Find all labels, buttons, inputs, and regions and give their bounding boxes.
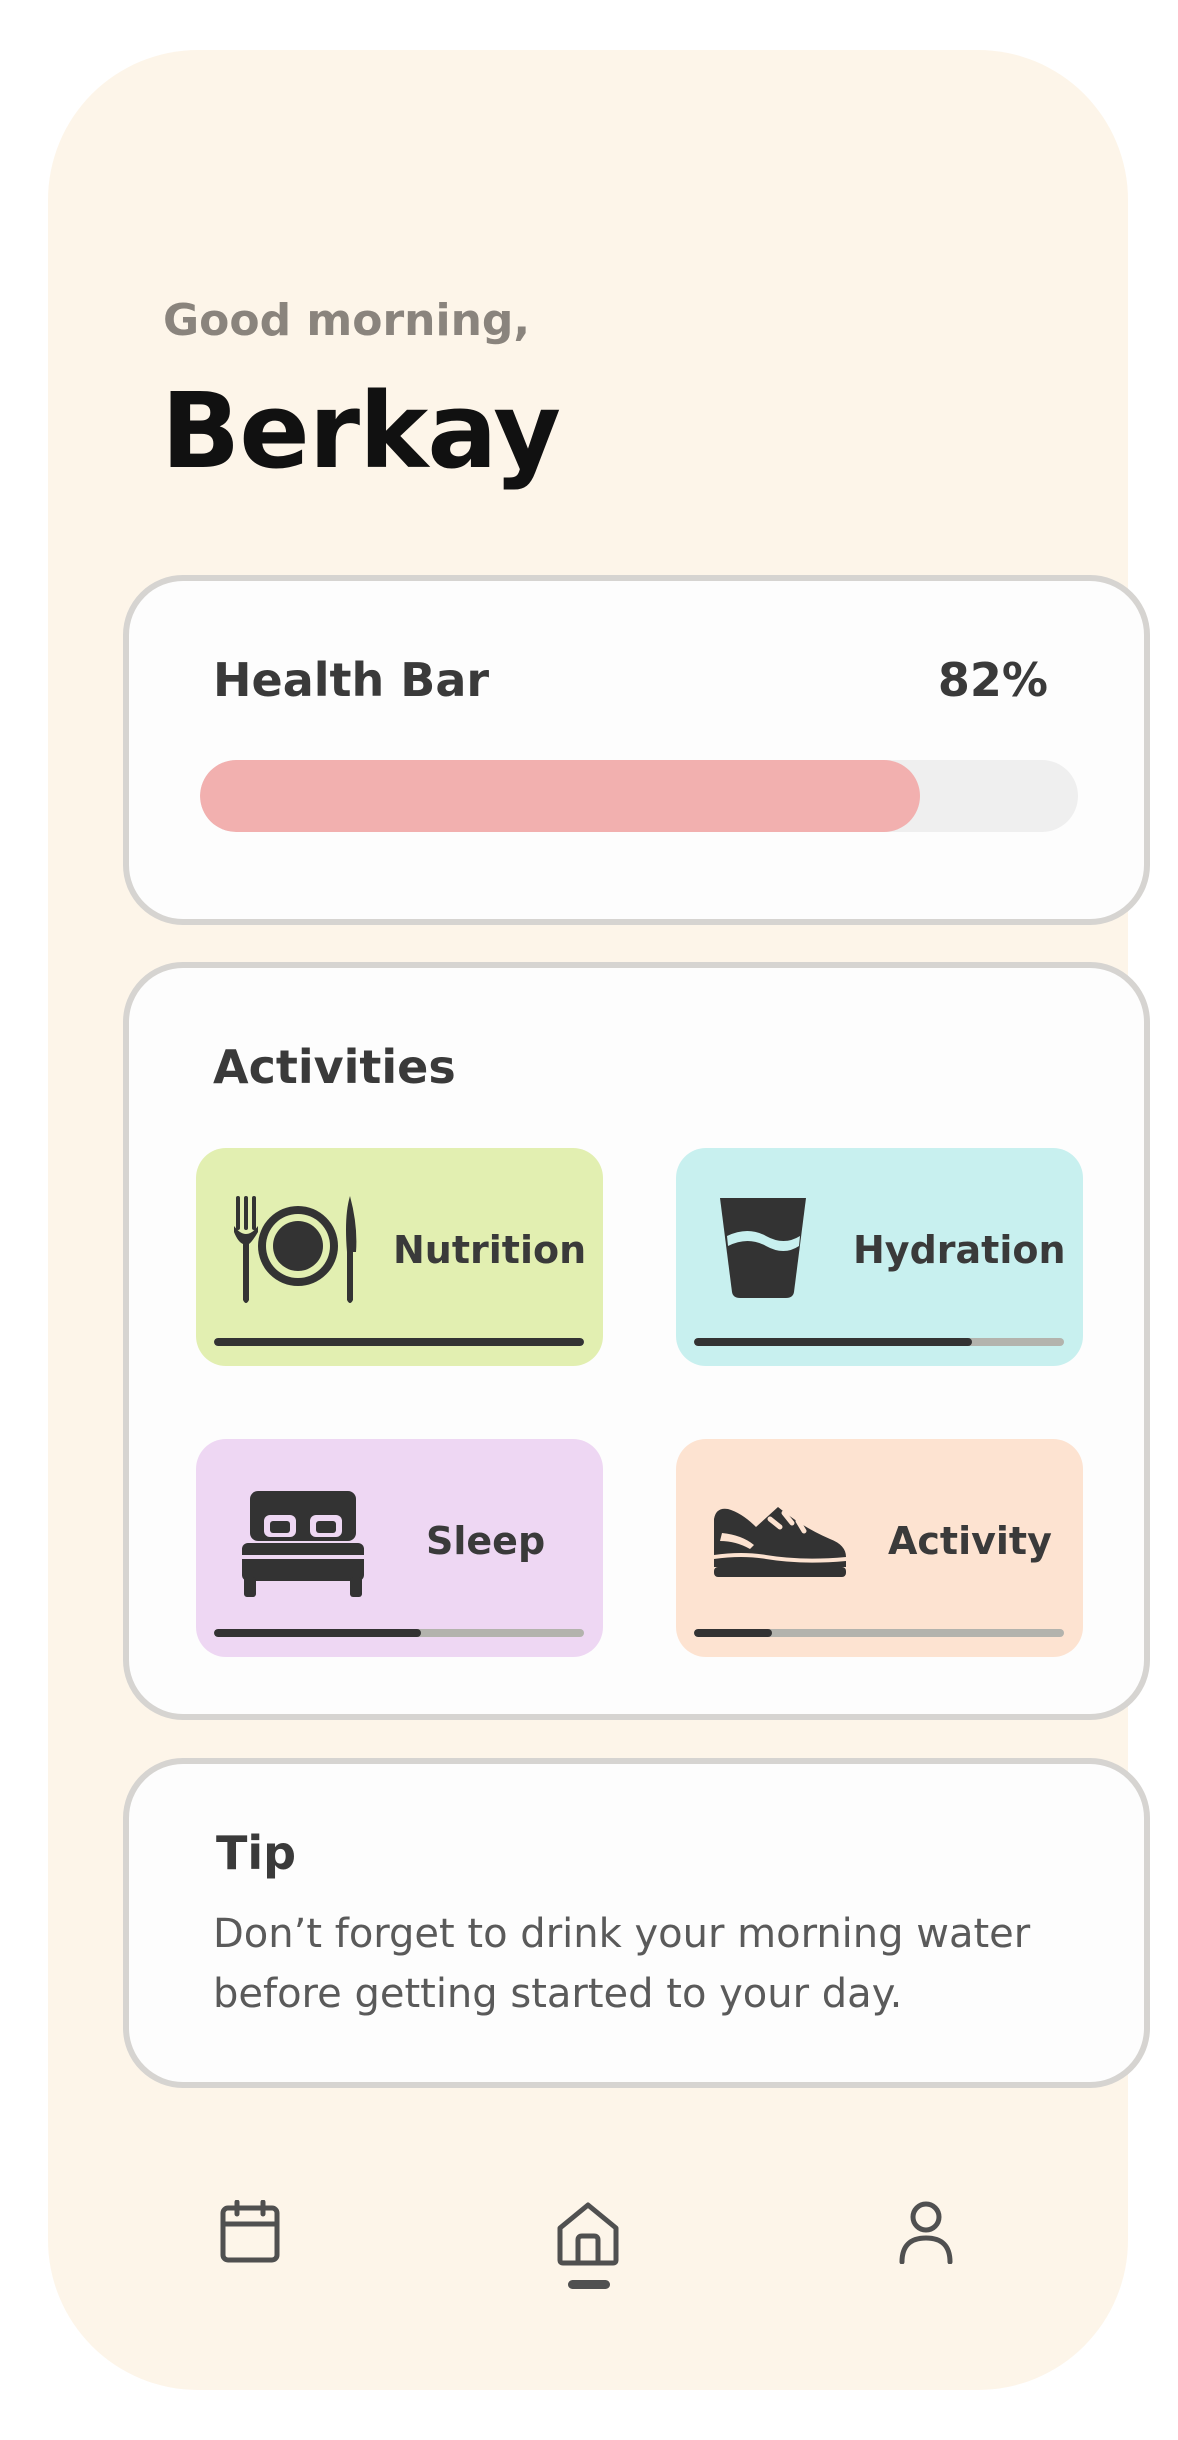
user-name: Berkay (161, 370, 561, 492)
tip-card: Tip Don’t forget to drink your morning w… (123, 1758, 1150, 2088)
app-screen: Good morning, Berkay Health Bar 82% Acti… (48, 50, 1150, 2390)
health-bar-fill (200, 760, 920, 832)
activity-tile-nutrition[interactable]: Nutrition (196, 1148, 603, 1366)
activity-tile-sleep[interactable]: Sleep (196, 1439, 603, 1657)
activity-progress-fill (694, 1629, 772, 1637)
activity-progress-nutrition (214, 1338, 584, 1346)
health-bar-title: Health Bar (213, 653, 490, 707)
activity-progress-sleep (214, 1629, 584, 1637)
activity-label-sleep: Sleep (426, 1519, 546, 1563)
activity-tile-activity[interactable]: Activity (676, 1439, 1083, 1657)
profile-icon[interactable] (898, 2200, 954, 2264)
bed-icon (242, 1491, 364, 1597)
home-icon[interactable] (555, 2200, 621, 2266)
water-glass-icon (720, 1198, 806, 1298)
tip-title: Tip (216, 1826, 297, 1880)
sneaker-icon (714, 1507, 846, 1577)
activity-progress-fill (214, 1629, 422, 1637)
activity-progress-fill (214, 1338, 584, 1346)
activity-label-activity: Activity (888, 1519, 1052, 1563)
activity-progress-fill (694, 1338, 972, 1346)
health-bar-track (200, 760, 1078, 832)
tip-text: Don’t forget to drink your morning water… (213, 1911, 1031, 2017)
activity-progress-activity (694, 1629, 1064, 1637)
health-bar-percent: 82% (937, 653, 1048, 707)
activity-tile-hydration[interactable]: Hydration (676, 1148, 1083, 1366)
activities-card: Activities Nutrition Hydration Sleep Act… (123, 962, 1150, 1720)
health-bar-card[interactable]: Health Bar 82% (123, 575, 1150, 925)
activity-label-nutrition: Nutrition (393, 1228, 587, 1272)
active-tab-indicator (568, 2280, 610, 2289)
activities-title: Activities (213, 1040, 456, 1094)
activity-progress-hydration (694, 1338, 1064, 1346)
utensils-plate-icon (234, 1196, 357, 1303)
activity-label-hydration: Hydration (853, 1228, 1066, 1272)
greeting-text: Good morning, (163, 295, 531, 346)
calendar-icon[interactable] (220, 2200, 280, 2264)
